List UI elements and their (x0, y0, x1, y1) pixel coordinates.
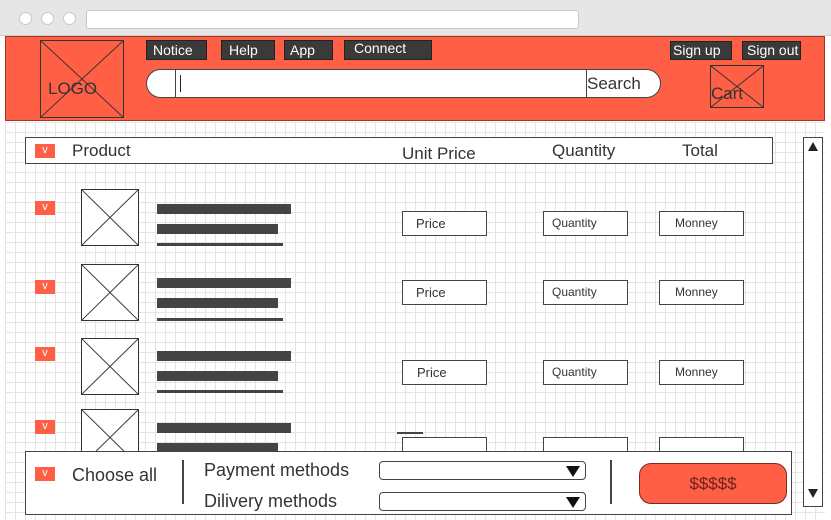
chevron-down-icon (566, 466, 580, 477)
price-field: Price (402, 211, 487, 236)
search-input[interactable] (180, 75, 181, 92)
image-placeholder-icon (82, 265, 138, 320)
scrollbar[interactable] (803, 137, 823, 507)
chevron-down-icon (566, 497, 580, 508)
product-name-placeholder (157, 423, 291, 433)
payment-methods-select[interactable] (379, 461, 586, 480)
total-field: Monney (659, 280, 744, 305)
browser-chrome (0, 0, 831, 36)
product-image (81, 338, 139, 395)
logo-text: LOGO (48, 79, 98, 98)
price-field: Price (402, 360, 487, 385)
scroll-down-icon[interactable] (808, 489, 818, 498)
product-image (81, 189, 139, 246)
nav-connect[interactable]: Connect (344, 40, 432, 60)
search-bar[interactable]: Search (146, 69, 661, 98)
search-button[interactable]: Search (587, 74, 641, 94)
nav-notice[interactable]: Notice (146, 40, 207, 60)
product-desc-placeholder (157, 243, 283, 246)
total-field: Monney (659, 211, 744, 236)
price-field: Price (402, 280, 487, 305)
window-minimize-dot[interactable] (41, 12, 54, 25)
table-header: v Product Unit Price Quantity Total (25, 137, 773, 164)
product-name-placeholder (157, 204, 291, 214)
product-desc-placeholder (157, 443, 278, 451)
product-desc-placeholder (157, 371, 278, 381)
checkout-footer: v Choose all Payment methods Dilivery me… (25, 451, 792, 515)
search-divider (175, 70, 176, 97)
window-close-dot[interactable] (19, 12, 32, 25)
quantity-field[interactable]: Quantity (543, 211, 628, 236)
quantity-field[interactable]: Quantity (543, 360, 628, 385)
column-unit-price: Unit Price (402, 144, 476, 163)
header-checkbox[interactable]: v (35, 144, 55, 158)
product-desc-placeholder (157, 298, 278, 308)
column-quantity: Quantity (552, 141, 616, 160)
window-maximize-dot[interactable] (63, 12, 76, 25)
cart-label: Cart (711, 84, 744, 103)
quantity-field[interactable]: Quantity (543, 280, 628, 305)
total-field: Monney (659, 360, 744, 385)
image-placeholder-icon (82, 339, 138, 394)
product-desc-placeholder (157, 390, 283, 393)
column-product: Product (72, 141, 131, 160)
choose-all-checkbox[interactable]: v (35, 467, 55, 481)
cart-button[interactable]: Cart (710, 65, 764, 108)
nav-help[interactable]: Help (221, 40, 275, 60)
signup-button[interactable]: Sign up (670, 41, 732, 60)
delivery-methods-label: Dilivery methods (204, 491, 338, 511)
product-name-placeholder (157, 351, 291, 361)
nav-app[interactable]: App (284, 40, 333, 60)
site-header: LOGO Notice Help App Connect Search Sign… (5, 36, 825, 121)
address-bar[interactable] (86, 10, 579, 29)
delivery-methods-select[interactable] (379, 492, 586, 511)
row-checkbox[interactable]: v (35, 347, 55, 361)
row-checkbox[interactable]: v (35, 201, 55, 215)
signout-button[interactable]: Sign out (742, 41, 801, 60)
choose-all-label: Choose all (72, 465, 158, 485)
pay-button[interactable]: $$$$$ (639, 463, 787, 504)
divider (182, 460, 184, 504)
column-total: Total (682, 141, 718, 160)
image-placeholder-icon (82, 190, 138, 245)
divider (610, 460, 612, 504)
product-name-placeholder (157, 278, 291, 288)
product-desc-placeholder (157, 318, 283, 321)
price-field-edge (397, 432, 423, 434)
row-checkbox[interactable]: v (35, 420, 55, 434)
scroll-up-icon[interactable] (808, 142, 818, 151)
payment-methods-label: Payment methods (204, 460, 350, 480)
logo[interactable]: LOGO (40, 40, 124, 118)
product-image (81, 264, 139, 321)
row-checkbox[interactable]: v (35, 280, 55, 294)
product-desc-placeholder (157, 224, 278, 234)
